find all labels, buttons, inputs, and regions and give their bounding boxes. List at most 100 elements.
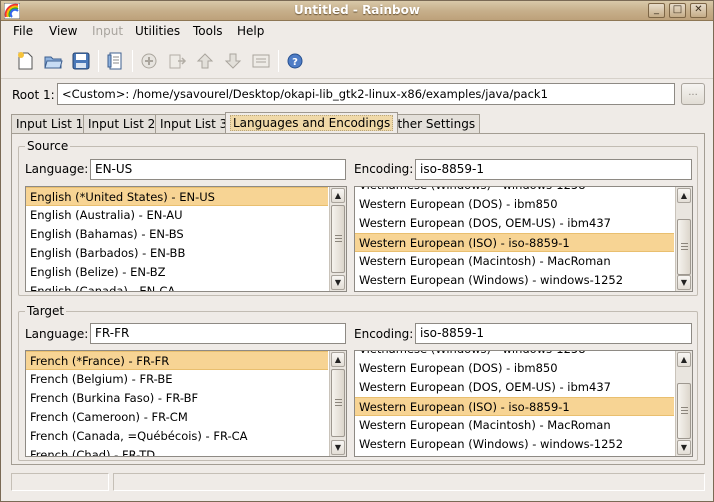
list-item[interactable]: Western European (DOS, OEM-US) - ibm437 bbox=[355, 378, 674, 397]
target-group: Target Language: FR-FR Encoding: iso-885… bbox=[18, 304, 698, 461]
list-item[interactable]: English (Canada) - EN-CA bbox=[26, 282, 328, 291]
tab-input-list-3[interactable]: Input List 3 bbox=[155, 114, 233, 134]
add-document-icon[interactable] bbox=[139, 51, 159, 71]
target-encoding-label: Encoding: bbox=[354, 327, 414, 341]
maximize-button[interactable]: □ bbox=[669, 3, 686, 18]
tab-input-list-2[interactable]: Input List 2 bbox=[83, 114, 161, 134]
root-browse-button[interactable]: ... bbox=[681, 83, 705, 105]
source-legend: Source bbox=[25, 139, 71, 153]
source-encoding-scrollbar[interactable]: ▲ ▼ bbox=[675, 187, 692, 291]
toolbar: ? bbox=[1, 43, 713, 79]
title-bar[interactable]: Untitled - Rainbow _ □ ✕ bbox=[1, 1, 713, 21]
scroll-thumb[interactable] bbox=[331, 205, 345, 273]
svg-text:?: ? bbox=[292, 57, 298, 68]
open-project-icon[interactable] bbox=[43, 51, 63, 71]
source-encoding-rows: Vietnamese (Windows) - windows-1258 West… bbox=[355, 187, 674, 291]
edit-notes-icon[interactable] bbox=[105, 51, 125, 71]
target-language-rows: French (*France) - FR-FR French (Belgium… bbox=[26, 351, 328, 456]
root-path-field[interactable]: <Custom>: /home/ysavourel/Desktop/okapi-… bbox=[57, 83, 675, 105]
menu-help[interactable]: Help bbox=[237, 24, 264, 38]
menu-input[interactable]: Input bbox=[92, 24, 123, 38]
source-language-field[interactable]: EN-US bbox=[90, 159, 346, 180]
list-item[interactable]: English (Australia) - EN-AU bbox=[26, 206, 328, 225]
scroll-down-arrow[interactable]: ▼ bbox=[677, 275, 691, 290]
minimize-button[interactable]: _ bbox=[648, 3, 665, 18]
scroll-down-arrow[interactable]: ▼ bbox=[331, 440, 345, 455]
new-project-icon[interactable] bbox=[15, 51, 35, 71]
target-encoding-rows: Vietnamese (Windows) - windows-1258 West… bbox=[355, 351, 674, 456]
source-encoding-label: Encoding: bbox=[354, 162, 414, 176]
menu-tools[interactable]: Tools bbox=[193, 24, 223, 38]
menu-utilities[interactable]: Utilities bbox=[135, 24, 180, 38]
list-item[interactable]: Western European (DOS) - ibm850 bbox=[355, 195, 674, 214]
menu-bar: File View Input Utilities Tools Help bbox=[1, 21, 713, 42]
list-item[interactable]: Western European (Macintosh) - MacRoman bbox=[355, 252, 674, 271]
source-encoding-list[interactable]: Vietnamese (Windows) - windows-1258 West… bbox=[354, 186, 693, 292]
scroll-thumb[interactable] bbox=[677, 219, 691, 275]
source-group: Source Language: EN-US Encoding: iso-885… bbox=[18, 139, 698, 296]
target-language-label: Language: bbox=[25, 327, 89, 341]
source-language-scrollbar[interactable]: ▲ ▼ bbox=[329, 187, 346, 291]
list-item[interactable]: French (Belgium) - FR-BE bbox=[26, 370, 328, 389]
scroll-up-arrow[interactable]: ▲ bbox=[677, 188, 691, 203]
save-project-icon[interactable] bbox=[71, 51, 91, 71]
target-encoding-list[interactable]: Vietnamese (Windows) - windows-1258 West… bbox=[354, 350, 693, 457]
target-legend: Target bbox=[25, 304, 67, 318]
list-item[interactable]: French (Cameroon) - FR-CM bbox=[26, 408, 328, 427]
status-cell-left bbox=[11, 473, 109, 491]
close-button[interactable]: ✕ bbox=[690, 3, 707, 18]
list-item[interactable]: English (Barbados) - EN-BB bbox=[26, 244, 328, 263]
remove-document-icon[interactable] bbox=[167, 51, 187, 71]
target-language-list[interactable]: French (*France) - FR-FR French (Belgium… bbox=[25, 350, 347, 457]
list-item[interactable]: French (Chad) - FR-TD bbox=[26, 446, 328, 456]
menu-view[interactable]: View bbox=[49, 24, 77, 38]
tab-bar: Input List 1 Input List 2 Input List 3 O… bbox=[11, 112, 711, 135]
list-item[interactable]: Vietnamese (Windows) - windows-1258 bbox=[355, 187, 674, 195]
scroll-thumb[interactable] bbox=[331, 369, 345, 437]
source-language-rows: English (*United States) - EN-US English… bbox=[26, 187, 328, 291]
move-down-icon[interactable] bbox=[223, 51, 243, 71]
list-item[interactable]: Western European (DOS) - ibm850 bbox=[355, 359, 674, 378]
list-item[interactable]: Western European (ISO) - iso-8859-1 bbox=[355, 397, 674, 416]
source-encoding-field[interactable]: iso-8859-1 bbox=[415, 159, 692, 180]
tab-languages-and-encodings[interactable]: Languages and Encodings bbox=[225, 112, 399, 135]
scroll-up-arrow[interactable]: ▲ bbox=[331, 188, 345, 203]
list-item[interactable]: French (*France) - FR-FR bbox=[26, 351, 328, 370]
help-icon[interactable]: ? bbox=[285, 51, 305, 71]
list-item[interactable]: Western European (ISO) - iso-8859-1 bbox=[355, 233, 674, 252]
document-properties-icon[interactable] bbox=[251, 51, 271, 71]
status-bar bbox=[1, 471, 713, 493]
list-item[interactable]: French (Burkina Faso) - FR-BF bbox=[26, 389, 328, 408]
languages-encodings-panel: Source Language: EN-US Encoding: iso-885… bbox=[11, 133, 705, 465]
tab-label: Languages and Encodings bbox=[230, 115, 394, 131]
move-up-icon[interactable] bbox=[195, 51, 215, 71]
tab-input-list-1[interactable]: Input List 1 bbox=[11, 114, 89, 134]
scroll-down-arrow[interactable]: ▼ bbox=[677, 440, 691, 455]
target-language-scrollbar[interactable]: ▲ ▼ bbox=[329, 351, 346, 456]
scroll-thumb[interactable] bbox=[677, 383, 691, 439]
list-item[interactable]: Western European (Windows) - windows-125… bbox=[355, 271, 674, 290]
target-encoding-scrollbar[interactable]: ▲ ▼ bbox=[675, 351, 692, 456]
scroll-up-arrow[interactable]: ▲ bbox=[677, 352, 691, 367]
target-language-field[interactable]: FR-FR bbox=[90, 323, 346, 344]
menu-file[interactable]: File bbox=[13, 24, 33, 38]
scroll-down-arrow[interactable]: ▼ bbox=[331, 275, 345, 290]
list-item[interactable]: English (Belize) - EN-BZ bbox=[26, 263, 328, 282]
list-item[interactable]: Western European (Windows) - windows-125… bbox=[355, 435, 674, 454]
list-item[interactable]: Western European (DOS, OEM-US) - ibm437 bbox=[355, 214, 674, 233]
main-window: Untitled - Rainbow _ □ ✕ File View Input… bbox=[0, 0, 714, 502]
root-label: Root 1: bbox=[12, 88, 55, 102]
list-item[interactable]: Western European (Macintosh) - MacRoman bbox=[355, 416, 674, 435]
toolbar-separator bbox=[132, 50, 133, 72]
status-cell-main bbox=[113, 473, 705, 491]
toolbar-separator bbox=[278, 50, 279, 72]
window-title: Untitled - Rainbow bbox=[294, 3, 420, 17]
scroll-up-arrow[interactable]: ▲ bbox=[331, 352, 345, 367]
list-item[interactable]: English (*United States) - EN-US bbox=[26, 187, 328, 206]
list-item[interactable]: Vietnamese (Windows) - windows-1258 bbox=[355, 351, 674, 359]
list-item[interactable]: French (Canada, =Québécois) - FR-CA bbox=[26, 427, 328, 446]
source-language-list[interactable]: English (*United States) - EN-US English… bbox=[25, 186, 347, 292]
target-encoding-field[interactable]: iso-8859-1 bbox=[415, 323, 692, 344]
toolbar-separator bbox=[98, 50, 99, 72]
list-item[interactable]: English (Bahamas) - EN-BS bbox=[26, 225, 328, 244]
